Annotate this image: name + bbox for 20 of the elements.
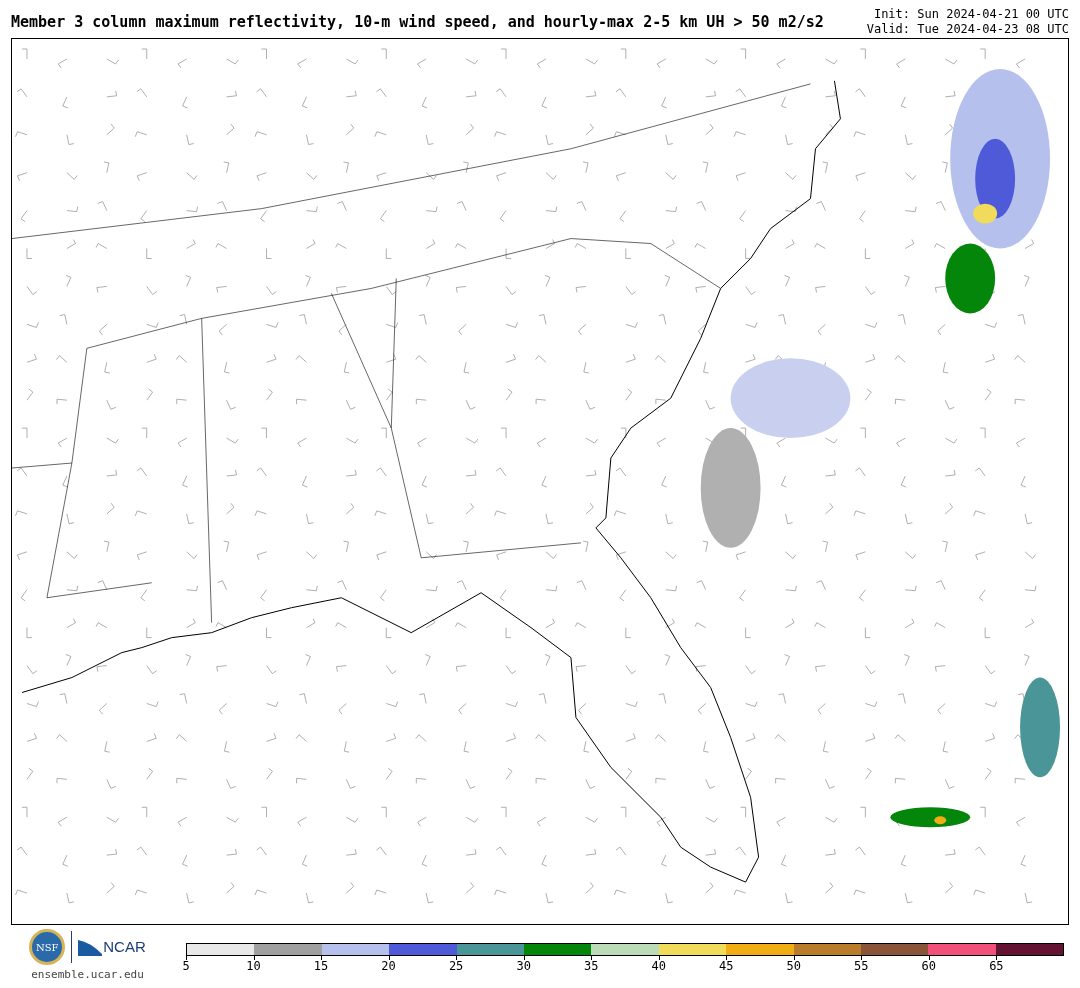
colorbar-tick-label: 25: [448, 960, 464, 972]
chart-title: Member 3 column maximum reflectivity, 10-m wind speed, and hourly-max 2-5 km UH > 50 m2/s2: [11, 11, 824, 33]
colorbar-tick-label: 40: [651, 960, 666, 972]
colorbar-tick-label: 15: [313, 960, 329, 972]
colorbar-tick-label: 10: [246, 960, 261, 972]
valid-time: Valid: Tue 2024-04-23 08 UTC: [866, 22, 1069, 37]
colorbar-tick-label: 60: [921, 960, 937, 972]
colorbar-tick-label: 20: [381, 960, 396, 972]
colorbar-tick-label: 5: [182, 960, 190, 972]
ncar-mark-icon: [78, 938, 103, 956]
colorbar-tick-label: 65: [989, 960, 1004, 972]
nsf-logo: NSF: [29, 929, 66, 965]
colorbar-tick-label: 55: [854, 960, 869, 972]
init-time: Init: Sun 2024-04-21 00 UTC: [873, 7, 1069, 22]
colorbar-tick-label: 35: [583, 960, 599, 972]
colorbar-tick-label: 50: [786, 960, 801, 972]
ncar-text: NCAR: [103, 936, 146, 957]
website-url: ensemble.ucar.edu: [31, 967, 144, 983]
colorbar-tick-label: 30: [516, 960, 531, 972]
colorbar-tick-label: 45: [719, 960, 734, 972]
